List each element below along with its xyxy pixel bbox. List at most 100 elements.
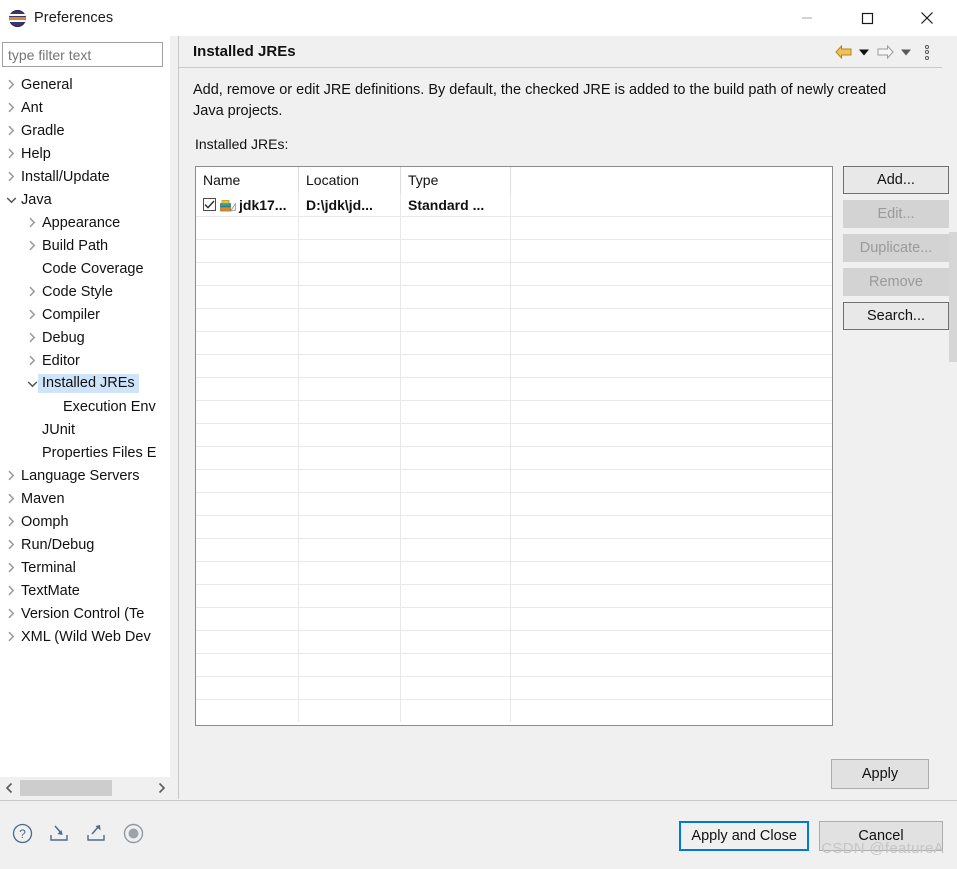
chevron-left-icon[interactable]	[0, 777, 18, 799]
chevron-right-icon[interactable]	[4, 625, 18, 648]
window-controls	[777, 0, 957, 36]
search-button[interactable]: Search...	[843, 302, 949, 330]
sidebar-item-compiler[interactable]: Compiler	[0, 303, 170, 326]
sidebar-item-language-servers[interactable]: Language Servers	[0, 464, 170, 487]
table-cell-empty	[196, 677, 299, 699]
sidebar-item-code-style[interactable]: Code Style	[0, 280, 170, 303]
table-cell-empty	[299, 470, 401, 492]
chevron-right-icon[interactable]	[4, 142, 18, 165]
table-column-header[interactable]	[511, 167, 832, 193]
table-row-empty	[196, 216, 832, 239]
sidebar-item-textmate[interactable]: TextMate	[0, 579, 170, 602]
sidebar-item-install-update[interactable]: Install/Update	[0, 165, 170, 188]
close-icon[interactable]	[897, 0, 957, 36]
sidebar-item-terminal[interactable]: Terminal	[0, 556, 170, 579]
chevron-right-icon[interactable]	[4, 602, 18, 625]
scroll-thumb[interactable]	[949, 232, 957, 362]
sidebar-item-xml-wild-web-dev[interactable]: XML (Wild Web Dev	[0, 625, 170, 648]
sidebar-item-version-control-te[interactable]: Version Control (Te	[0, 602, 170, 625]
scroll-thumb[interactable]	[20, 780, 112, 796]
help-icon[interactable]: ?	[10, 821, 34, 845]
table-cell-empty	[401, 700, 511, 722]
sidebar-item-properties-files-e[interactable]: Properties Files E	[0, 441, 170, 464]
edit-button: Edit...	[843, 200, 949, 228]
sidebar-item-build-path[interactable]: Build Path	[0, 234, 170, 257]
chevron-right-icon[interactable]	[4, 510, 18, 533]
table-row-empty	[196, 285, 832, 308]
sidebar-item-label: Java	[21, 191, 52, 208]
chevron-right-icon[interactable]	[25, 326, 39, 349]
table-column-header[interactable]: Location	[299, 167, 401, 193]
chevron-right-icon[interactable]	[4, 533, 18, 556]
chevron-right-icon[interactable]	[4, 556, 18, 579]
sidebar-item-help[interactable]: Help	[0, 142, 170, 165]
sidebar-item-code-coverage[interactable]: Code Coverage	[0, 257, 170, 280]
table-cell-empty	[511, 585, 832, 607]
forward-arrow-icon[interactable]	[874, 39, 896, 65]
apply-and-close-button[interactable]: Apply and Close	[679, 821, 809, 851]
sidebar-item-execution-env[interactable]: Execution Env	[0, 395, 170, 418]
scroll-track[interactable]	[18, 777, 152, 799]
sidebar-item-run-debug[interactable]: Run/Debug	[0, 533, 170, 556]
jre-name-cell[interactable]: jdk17...	[196, 193, 299, 216]
maximize-icon[interactable]	[837, 0, 897, 36]
table-row[interactable]: jdk17... D:\jdk\jd... Standard ...	[196, 193, 832, 216]
chevron-right-icon[interactable]	[4, 165, 18, 188]
chevron-right-icon[interactable]	[4, 487, 18, 510]
jre-type-cell[interactable]: Standard ...	[401, 193, 511, 216]
installed-jres-table[interactable]: Name Location Type jdk17... D:\jdk\jd... Sta…	[195, 166, 833, 726]
vertical-dots-icon[interactable]	[916, 39, 938, 65]
restore-defaults-icon[interactable]	[121, 821, 145, 845]
sidebar-item-oomph[interactable]: Oomph	[0, 510, 170, 533]
add-button[interactable]: Add...	[843, 166, 949, 194]
chevron-down-icon[interactable]	[25, 372, 39, 395]
row-checkbox[interactable]	[203, 198, 216, 211]
title-bar: Preferences	[0, 0, 957, 36]
chevron-right-icon[interactable]	[25, 234, 39, 257]
chevron-right-icon[interactable]	[25, 211, 39, 234]
sidebar-item-installed-jres[interactable]: Installed JREs	[0, 372, 170, 395]
search-input[interactable]	[2, 42, 163, 67]
dialog-vertical-scrollbar[interactable]	[949, 72, 957, 835]
sidebar-horizontal-scrollbar[interactable]	[0, 777, 170, 799]
forward-history-chevron-down-icon[interactable]	[898, 39, 914, 65]
back-history-chevron-down-icon[interactable]	[856, 39, 872, 65]
export-icon[interactable]	[84, 821, 108, 845]
table-column-header[interactable]: Type	[401, 167, 511, 193]
chevron-right-icon[interactable]	[25, 303, 39, 326]
table-cell-empty	[401, 217, 511, 239]
table-column-header[interactable]: Name	[196, 167, 299, 193]
sidebar-item-appearance[interactable]: Appearance	[0, 211, 170, 234]
minimize-icon[interactable]	[777, 0, 837, 36]
table-cell-empty	[401, 585, 511, 607]
sidebar-item-editor[interactable]: Editor	[0, 349, 170, 372]
table-cell-empty	[511, 470, 832, 492]
sidebar-item-ant[interactable]: Ant	[0, 96, 170, 119]
table-cell-empty	[511, 608, 832, 630]
chevron-right-icon[interactable]	[25, 280, 39, 303]
chevron-right-icon[interactable]	[4, 464, 18, 487]
jre-extra-cell[interactable]	[511, 193, 832, 216]
table-cell-empty	[299, 378, 401, 400]
chevron-down-icon[interactable]	[4, 188, 18, 211]
sidebar-item-java[interactable]: Java	[0, 188, 170, 211]
sidebar-item-junit[interactable]: JUnit	[0, 418, 170, 441]
chevron-right-icon[interactable]	[4, 73, 18, 96]
jre-location-cell[interactable]: D:\jdk\jd...	[299, 193, 401, 216]
sidebar-item-debug[interactable]: Debug	[0, 326, 170, 349]
chevron-right-icon[interactable]	[152, 777, 170, 799]
sidebar-item-maven[interactable]: Maven	[0, 487, 170, 510]
back-arrow-icon[interactable]	[832, 39, 854, 65]
sidebar-item-gradle[interactable]: Gradle	[0, 119, 170, 142]
chevron-right-icon[interactable]	[25, 349, 39, 372]
chevron-right-icon[interactable]	[4, 96, 18, 119]
table-cell-empty	[196, 516, 299, 538]
table-cell-empty	[196, 470, 299, 492]
cancel-button[interactable]: Cancel	[819, 821, 943, 851]
apply-button[interactable]: Apply	[831, 759, 929, 789]
chevron-right-icon[interactable]	[4, 119, 18, 142]
chevron-right-icon[interactable]	[4, 579, 18, 602]
table-cell-empty	[196, 608, 299, 630]
sidebar-item-general[interactable]: General	[0, 73, 170, 96]
import-icon[interactable]	[47, 821, 71, 845]
